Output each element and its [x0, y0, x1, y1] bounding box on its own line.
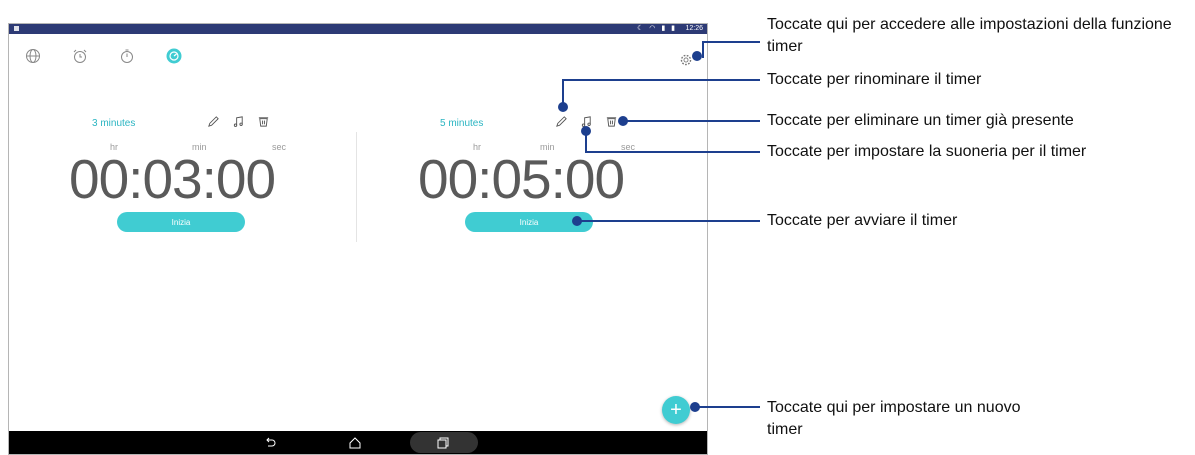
callout-dot-rename	[558, 102, 568, 112]
callout-line-ringtone	[585, 151, 760, 153]
rename-button[interactable]	[206, 114, 221, 129]
callout-start: Toccate per avviare il timer	[767, 212, 958, 229]
timer-display[interactable]: 00:03:00	[69, 149, 276, 209]
status-icons: ☾ ◠ ▮ ▮	[637, 25, 677, 32]
callout-line-rename	[562, 79, 564, 103]
status-time: 12:26	[685, 25, 703, 32]
trash-icon	[606, 117, 617, 127]
callout-line-start	[580, 220, 760, 222]
callout-line-settings	[702, 41, 704, 58]
tab-alarm[interactable]	[70, 46, 90, 66]
callout-delete: Toccate per eliminare un timer già prese…	[767, 112, 1074, 129]
home-button[interactable]	[343, 434, 367, 451]
stopwatch-icon	[121, 49, 133, 63]
callout-line-add	[698, 406, 760, 408]
timer-icon	[166, 48, 182, 64]
card-divider	[356, 132, 357, 242]
tab-world-clock[interactable]	[23, 46, 43, 66]
recent-apps-button[interactable]	[431, 434, 455, 451]
callout-line-rename	[562, 79, 760, 81]
clock-tabs	[9, 34, 707, 78]
timer-display[interactable]: 00:05:00	[418, 149, 625, 209]
navigation-bar	[9, 431, 707, 454]
callout-line-settings	[702, 41, 760, 43]
home-icon	[349, 436, 361, 448]
gallery-notification-icon	[14, 26, 19, 31]
pencil-icon	[556, 116, 567, 127]
callout-rename: Toccate per rinominare il timer	[767, 71, 982, 88]
callout-line-delete	[626, 120, 760, 122]
callout-dot-settings	[692, 51, 702, 61]
timer-name[interactable]: 5 minutes	[440, 118, 483, 129]
callout-line-ringtone	[585, 133, 587, 153]
start-button[interactable]: Inizia	[117, 212, 245, 232]
delete-button[interactable]	[604, 114, 619, 129]
tab-timer[interactable]	[164, 46, 184, 66]
delete-button[interactable]	[256, 114, 271, 129]
callout-add: Toccate qui per impostare un nuovo timer	[767, 399, 1021, 438]
ringtone-button[interactable]	[231, 114, 246, 129]
timer-name[interactable]: 3 minutes	[92, 118, 135, 129]
rename-button[interactable]	[554, 114, 569, 129]
alarm-clock-icon	[73, 49, 87, 63]
back-button[interactable]	[258, 434, 282, 451]
timer-card: 3 minutes hr min sec 00:03:00 Inizia	[59, 109, 389, 239]
status-bar: ☾ ◠ ▮ ▮ 12:26	[9, 24, 707, 34]
globe-icon	[26, 49, 40, 63]
back-icon	[266, 437, 276, 446]
recent-apps-icon	[437, 437, 449, 448]
callout-ringtone: Toccate per impostare la suoneria per il…	[767, 143, 1087, 160]
tablet-screen: ☾ ◠ ▮ ▮ 12:26 3 minutes hr min sec 00:03…	[8, 23, 708, 455]
timer-tools	[206, 114, 271, 129]
music-note-icon	[233, 116, 243, 127]
trash-icon	[258, 117, 269, 127]
gear-icon	[680, 54, 692, 66]
callout-settings: Toccate qui per accedere alle impostazio…	[767, 16, 1172, 55]
add-timer-button[interactable]: +	[662, 396, 690, 424]
tab-stopwatch[interactable]	[117, 46, 137, 66]
pencil-icon	[208, 116, 219, 127]
